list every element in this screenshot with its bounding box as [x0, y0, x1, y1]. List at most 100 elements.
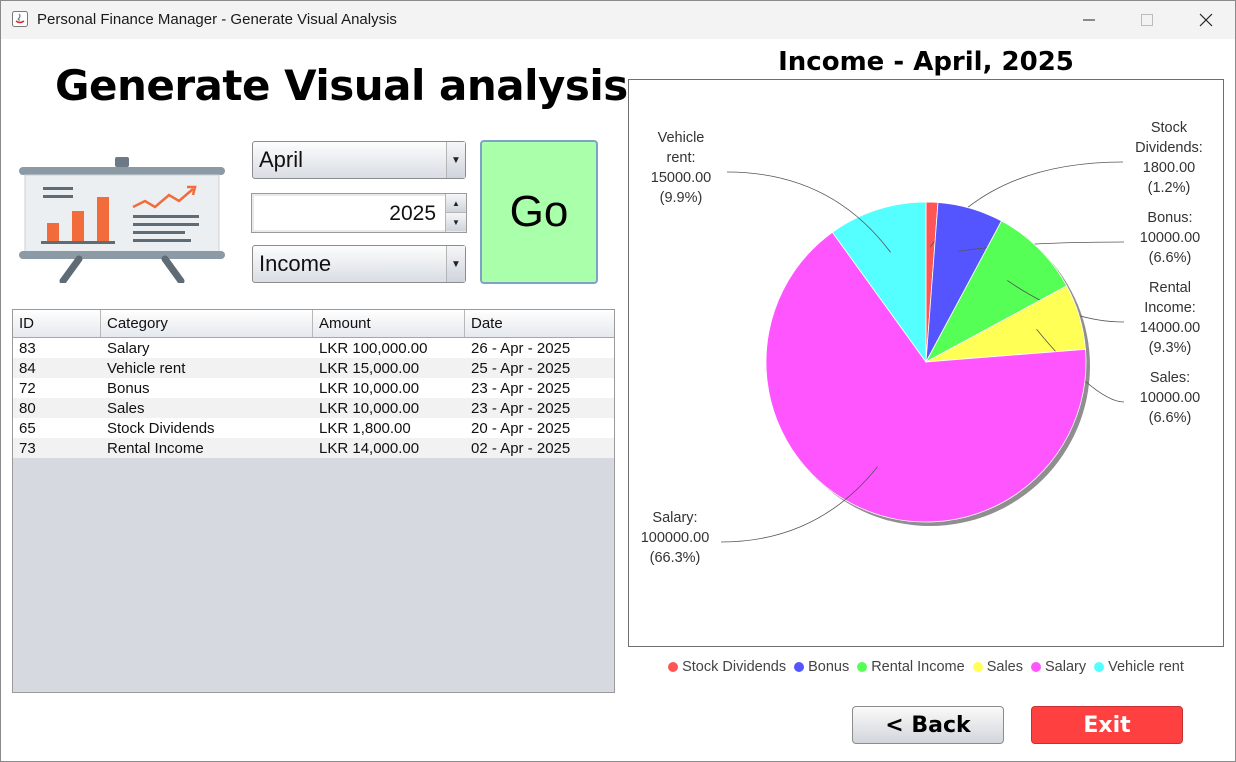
- table-row[interactable]: 72 Bonus LKR 10,000.00 23 - Apr - 2025: [13, 378, 614, 398]
- legend-label: Stock Dividends: [682, 659, 787, 675]
- legend-label: Rental Income: [871, 659, 965, 675]
- cell-category: Rental Income: [107, 440, 204, 457]
- column-header-date[interactable]: Date: [465, 310, 614, 337]
- legend-item: Vehicle rent: [1094, 659, 1184, 675]
- slice-label: Bonus:: [1147, 210, 1192, 226]
- main-content: Generate Visual analysis April ▼ 2025 ▲ …: [1, 39, 1235, 761]
- cell-category: Sales: [107, 400, 145, 417]
- cell-amount: LKR 14,000.00: [319, 440, 420, 457]
- presentation-board-icon: [19, 157, 225, 283]
- slice-label: 10000.00: [1140, 390, 1200, 406]
- maximize-button[interactable]: [1118, 1, 1176, 39]
- table-row[interactable]: 65 Stock Dividends LKR 1,800.00 20 - Apr…: [13, 418, 614, 438]
- chart-title: Income - April, 2025: [778, 47, 1074, 77]
- minimize-button[interactable]: [1060, 1, 1118, 39]
- transactions-table: ID Category Amount Date 83 Salary LKR 10…: [12, 309, 615, 693]
- window-title: Personal Finance Manager - Generate Visu…: [37, 11, 397, 28]
- table-row[interactable]: 73 Rental Income LKR 14,000.00 02 - Apr …: [13, 438, 614, 458]
- chart-legend: Stock Dividends Bonus Rental Income Sale…: [628, 657, 1224, 677]
- type-select[interactable]: Income ▼: [252, 245, 466, 283]
- app-window: Personal Finance Manager - Generate Visu…: [0, 0, 1236, 762]
- cell-amount: LKR 100,000.00: [319, 340, 428, 357]
- back-button[interactable]: < Back: [852, 706, 1004, 744]
- legend-swatch: [1094, 662, 1105, 672]
- spinner-down-icon[interactable]: ▼: [446, 213, 466, 231]
- slice-label: (6.6%): [1149, 410, 1192, 426]
- exit-button[interactable]: Exit: [1031, 706, 1183, 744]
- legend-item: Salary: [1030, 659, 1087, 675]
- slice-label: 10000.00: [1140, 230, 1200, 246]
- month-select-value: April: [259, 147, 304, 172]
- cell-date: 25 - Apr - 2025: [471, 360, 571, 377]
- slice-label: Dividends:: [1135, 140, 1203, 156]
- cell-amount: LKR 10,000.00: [319, 380, 420, 397]
- go-button[interactable]: Go: [480, 140, 598, 284]
- cell-id: 80: [19, 400, 36, 417]
- spinner-up-icon[interactable]: ▲: [446, 194, 466, 213]
- slice-label: 1800.00: [1143, 160, 1195, 176]
- dropdown-arrow-icon[interactable]: ▼: [446, 246, 465, 282]
- legend-swatch: [668, 662, 679, 672]
- legend-label: Vehicle rent: [1108, 659, 1184, 675]
- cell-amount: LKR 1,800.00: [319, 420, 411, 437]
- cell-id: 65: [19, 420, 36, 437]
- month-select[interactable]: April ▼: [252, 141, 466, 179]
- cell-amount: LKR 10,000.00: [319, 400, 420, 417]
- cell-category: Vehicle rent: [107, 360, 186, 377]
- slice-label: (66.3%): [650, 550, 701, 566]
- pie-chart: Stock Dividends: 1800.00 (1.2%) Bonus: 10000.…: [641, 120, 1203, 566]
- dropdown-arrow-icon[interactable]: ▼: [446, 142, 465, 178]
- column-header-amount[interactable]: Amount: [313, 310, 465, 337]
- cell-id: 72: [19, 380, 36, 397]
- cell-category: Stock Dividends: [107, 420, 215, 437]
- slice-label: Stock: [1151, 120, 1188, 136]
- spinner-buttons: ▲ ▼: [445, 194, 466, 232]
- table-header: ID Category Amount Date: [13, 310, 614, 338]
- slice-label: (9.9%): [660, 190, 703, 206]
- title-bar: Personal Finance Manager - Generate Visu…: [1, 1, 1235, 39]
- legend-item: Rental Income: [857, 659, 965, 675]
- legend-swatch: [1030, 662, 1041, 672]
- table-body: 83 Salary LKR 100,000.00 26 - Apr - 2025…: [13, 338, 614, 458]
- cell-id: 83: [19, 340, 36, 357]
- cell-date: 20 - Apr - 2025: [471, 420, 571, 437]
- slice-label: (1.2%): [1148, 180, 1191, 196]
- slice-label: rent:: [666, 150, 695, 166]
- close-button[interactable]: [1177, 1, 1235, 39]
- cell-amount: LKR 15,000.00: [319, 360, 420, 377]
- cell-date: 02 - Apr - 2025: [471, 440, 571, 457]
- slice-label: 100000.00: [641, 530, 710, 546]
- legend-label: Salary: [1044, 659, 1087, 675]
- minimize-icon: [1083, 19, 1095, 21]
- year-spinner-value: 2025: [389, 202, 436, 225]
- table-row[interactable]: 83 Salary LKR 100,000.00 26 - Apr - 2025: [13, 338, 614, 358]
- legend-swatch: [857, 662, 868, 672]
- legend-item: Sales: [972, 659, 1023, 675]
- table-row[interactable]: 84 Vehicle rent LKR 15,000.00 25 - Apr -…: [13, 358, 614, 378]
- legend-label: Sales: [986, 659, 1023, 675]
- slice-label: Rental: [1149, 280, 1191, 296]
- cell-date: 26 - Apr - 2025: [471, 340, 571, 357]
- legend-item: Bonus: [794, 659, 849, 675]
- legend-swatch: [972, 662, 983, 672]
- legend-swatch: [794, 662, 805, 672]
- column-header-id[interactable]: ID: [13, 310, 101, 337]
- slice-label: (6.6%): [1149, 250, 1192, 266]
- table-row[interactable]: 80 Sales LKR 10,000.00 23 - Apr - 2025: [13, 398, 614, 418]
- close-icon: [1199, 13, 1213, 27]
- slice-label: 15000.00: [651, 170, 711, 186]
- year-spinner[interactable]: 2025 ▲ ▼: [251, 193, 467, 233]
- slice-label: 14000.00: [1140, 320, 1200, 336]
- slice-label: (9.3%): [1149, 340, 1192, 356]
- cell-id: 84: [19, 360, 36, 377]
- cell-date: 23 - Apr - 2025: [471, 400, 571, 417]
- slice-label: Salary:: [652, 510, 697, 526]
- java-app-icon: [12, 11, 28, 27]
- cell-date: 23 - Apr - 2025: [471, 380, 571, 397]
- slice-label: Sales:: [1150, 370, 1190, 386]
- maximize-icon: [1141, 14, 1153, 26]
- slice-label: Income:: [1144, 300, 1196, 316]
- slice-label: Vehicle: [658, 130, 705, 146]
- column-header-category[interactable]: Category: [101, 310, 313, 337]
- cell-category: Bonus: [107, 380, 150, 397]
